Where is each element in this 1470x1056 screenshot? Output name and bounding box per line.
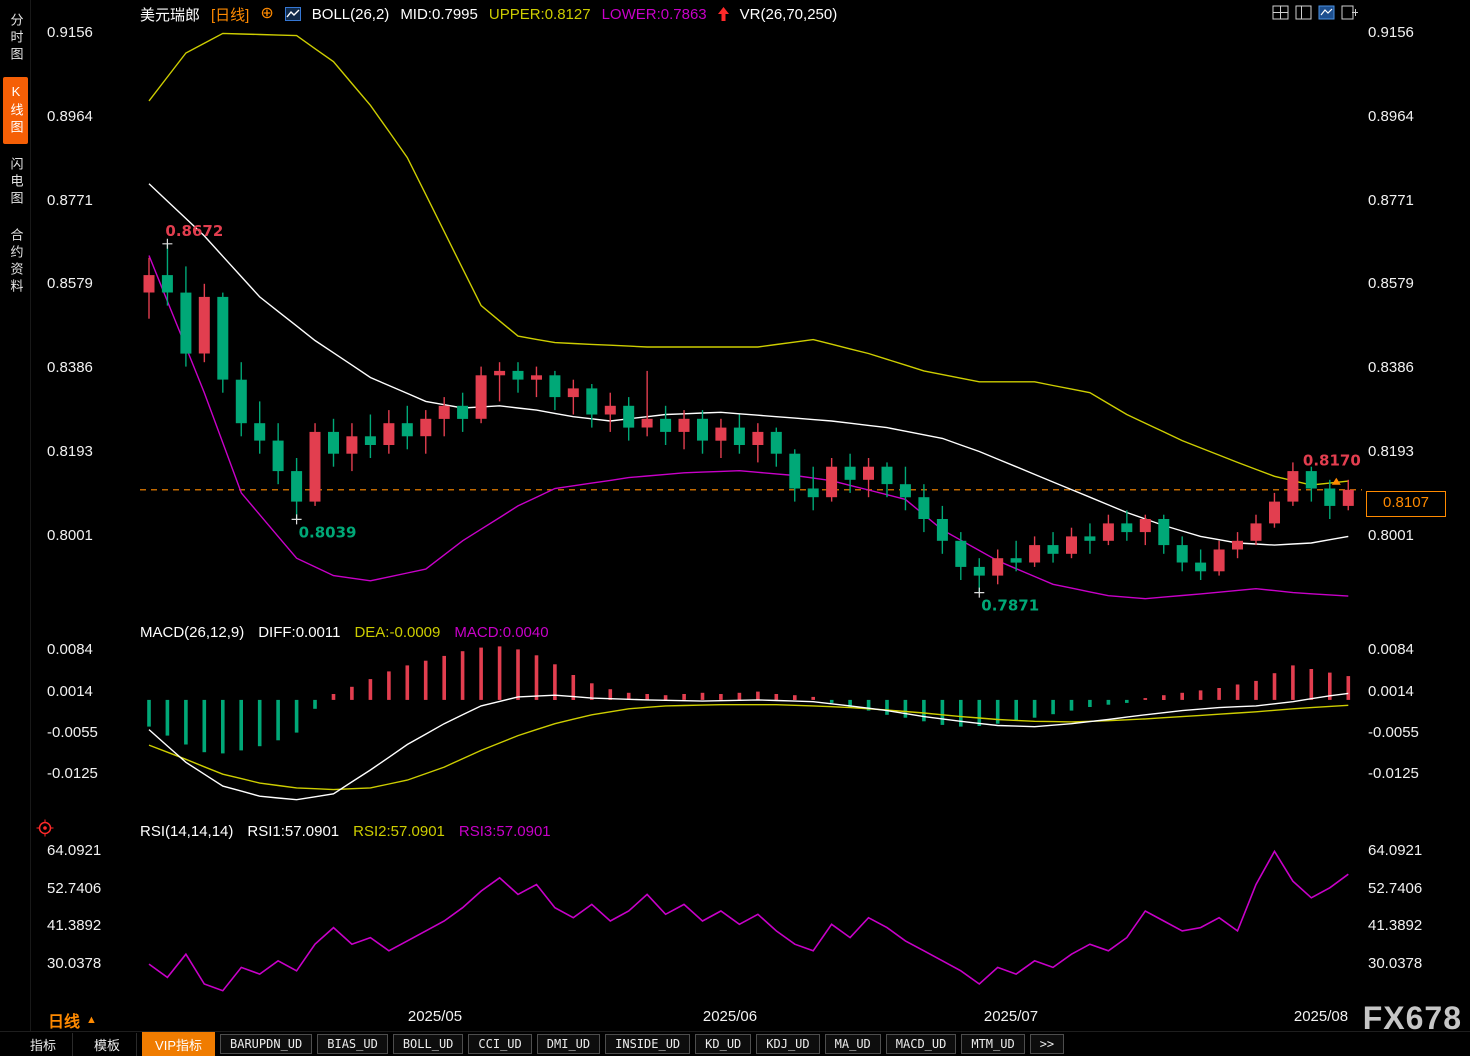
rsi-chart[interactable] [0, 818, 1470, 1018]
caret-up-icon: ▲ [86, 1014, 97, 1026]
period-tag[interactable]: [日线] [211, 4, 249, 25]
svg-text:0.8170: 0.8170 [1303, 451, 1361, 469]
y-axis-label-left: 52.7406 [47, 880, 101, 898]
price-chart[interactable]: 0.8672 0.8039 0.7871 0.8170 [0, 28, 1470, 624]
tab-CCI_UD[interactable]: CCI_UD [468, 1034, 531, 1054]
macd-params: MACD(26,12,9) [140, 624, 244, 641]
x-axis-date: 2025/08 [1281, 1008, 1361, 1025]
y-axis-label-left: 0.8771 [47, 192, 93, 210]
last-price-tag: 0.8107 [1366, 491, 1446, 517]
y-axis-label-right: 0.8771 [1368, 192, 1414, 210]
svg-text:0.8039: 0.8039 [299, 523, 357, 541]
vr-params: VR(26,70,250) [740, 6, 838, 23]
rsi-indicator-labels: RSI(14,14,14) RSI1:57.0901 RSI2:57.0901 … [140, 823, 551, 840]
period-selector[interactable]: 日线 ▲ [48, 1008, 97, 1032]
tab-INSIDE_UD[interactable]: INSIDE_UD [605, 1034, 690, 1054]
y-axis-label-right: 0.0084 [1368, 641, 1414, 659]
y-axis-label-right: 41.3892 [1368, 917, 1422, 935]
chart-style-icon[interactable] [285, 7, 301, 21]
tab-KDJ_UD[interactable]: KDJ_UD [756, 1034, 819, 1054]
y-axis-label-right: 30.0378 [1368, 955, 1422, 973]
boll-lower-value: LOWER:0.7863 [602, 6, 707, 23]
tab-MTM_UD[interactable]: MTM_UD [961, 1034, 1024, 1054]
y-axis-label-right: 0.8193 [1368, 443, 1414, 461]
y-axis-label-right: 0.8386 [1368, 359, 1414, 377]
layout-quad-icon[interactable] [1272, 5, 1289, 20]
sidebar-item-kline-chart[interactable]: K线图 [3, 77, 28, 144]
macd-diff-value: DIFF:0.0011 [258, 624, 340, 641]
layout-add-icon[interactable] [1341, 5, 1358, 20]
y-axis-label-left: 64.0921 [47, 842, 101, 860]
y-axis-label-left: 0.8193 [47, 443, 93, 461]
tab->>[interactable]: >> [1030, 1034, 1064, 1054]
y-axis-label-left: 30.0378 [47, 955, 101, 973]
signal-up-arrow-icon [718, 7, 729, 21]
tab-指标[interactable]: 指标 [14, 1033, 73, 1056]
svg-text:0.7871: 0.7871 [981, 597, 1039, 615]
period-text: 日线 [48, 1008, 80, 1032]
rsi1-value: RSI1:57.0901 [247, 823, 339, 840]
macd-dea-value: DEA:-0.0009 [354, 624, 440, 641]
y-axis-label-left: 0.0014 [47, 683, 93, 701]
tab-DMI_UD[interactable]: DMI_UD [537, 1034, 600, 1054]
tab-BIAS_UD[interactable]: BIAS_UD [317, 1034, 388, 1054]
y-axis-label-left: 0.8579 [47, 275, 93, 293]
y-axis-label-right: 64.0921 [1368, 842, 1422, 860]
layout-single-icon[interactable] [1318, 5, 1335, 20]
y-axis-label-left: 0.0084 [47, 641, 93, 659]
layout-icons-group [1272, 5, 1358, 20]
y-axis-label-left: -0.0125 [47, 765, 98, 783]
tab-BARUPDN_UD[interactable]: BARUPDN_UD [220, 1034, 312, 1054]
sidebar-item-time-chart[interactable]: 分时图 [3, 6, 28, 71]
tab-MA_UD[interactable]: MA_UD [825, 1034, 881, 1054]
boll-mid-value: MID:0.7995 [400, 6, 478, 23]
compare-add-icon[interactable]: ⊕ [260, 6, 273, 22]
sidebar-item-contract-info[interactable]: 合约资料 [3, 221, 28, 303]
y-axis-label-left: 41.3892 [47, 917, 101, 935]
y-axis-label-right: -0.0125 [1368, 765, 1419, 783]
chart-header: 美元瑞郎 [日线] ⊕ BOLL(26,2) MID:0.7995 UPPER:… [30, 0, 1470, 28]
y-axis-label-left: -0.0055 [47, 724, 98, 742]
x-axis-date: 2025/07 [971, 1008, 1051, 1025]
x-axis-date: 2025/05 [395, 1008, 475, 1025]
rsi-params: RSI(14,14,14) [140, 823, 233, 840]
indicator-tab-bar: 指标模板VIP指标BARUPDN_UDBIAS_UDBOLL_UDCCI_UD D… [0, 1031, 1470, 1056]
macd-value: MACD:0.0040 [454, 624, 548, 641]
tab-KD_UD[interactable]: KD_UD [695, 1034, 751, 1054]
chart-app: 分时图 K线图 闪电图 合约资料 美元瑞郎 [日线] ⊕ BOLL(26,2) … [0, 0, 1470, 1056]
tab-BOLL_UD[interactable]: BOLL_UD [393, 1034, 464, 1054]
left-sidebar: 分时图 K线图 闪电图 合约资料 [0, 0, 31, 1056]
layout-dual-icon[interactable] [1295, 5, 1312, 20]
y-axis-label-right: 52.7406 [1368, 880, 1422, 898]
tab-MACD_UD[interactable]: MACD_UD [886, 1034, 957, 1054]
symbol-name: 美元瑞郎 [140, 4, 200, 25]
sidebar-item-lightning-chart[interactable]: 闪电图 [3, 150, 28, 215]
y-axis-label-left: 0.8386 [47, 359, 93, 377]
boll-upper-value: UPPER:0.8127 [489, 6, 591, 23]
boll-params: BOLL(26,2) [312, 6, 390, 23]
y-axis-label-right: -0.0055 [1368, 724, 1419, 742]
macd-indicator-labels: MACD(26,12,9) DIFF:0.0011 DEA:-0.0009 MA… [140, 624, 549, 641]
x-axis-date: 2025/06 [690, 1008, 770, 1025]
macd-chart[interactable] [0, 622, 1470, 822]
tab-模板[interactable]: 模板 [78, 1033, 137, 1056]
rsi-target-icon[interactable] [36, 819, 54, 837]
y-axis-label-right: 0.0014 [1368, 683, 1414, 701]
svg-text:0.8672: 0.8672 [165, 222, 223, 240]
rsi3-value: RSI3:57.0901 [459, 823, 551, 840]
y-axis-label-right: 0.8579 [1368, 275, 1414, 293]
tab-VIP指标[interactable]: VIP指标 [142, 1032, 215, 1056]
y-axis-label-right: 0.8001 [1368, 527, 1414, 545]
y-axis-label-left: 0.8001 [47, 527, 93, 545]
y-axis-label-right: 0.8964 [1368, 108, 1414, 126]
y-axis-label-left: 0.8964 [47, 108, 93, 126]
rsi2-value: RSI2:57.0901 [353, 823, 445, 840]
